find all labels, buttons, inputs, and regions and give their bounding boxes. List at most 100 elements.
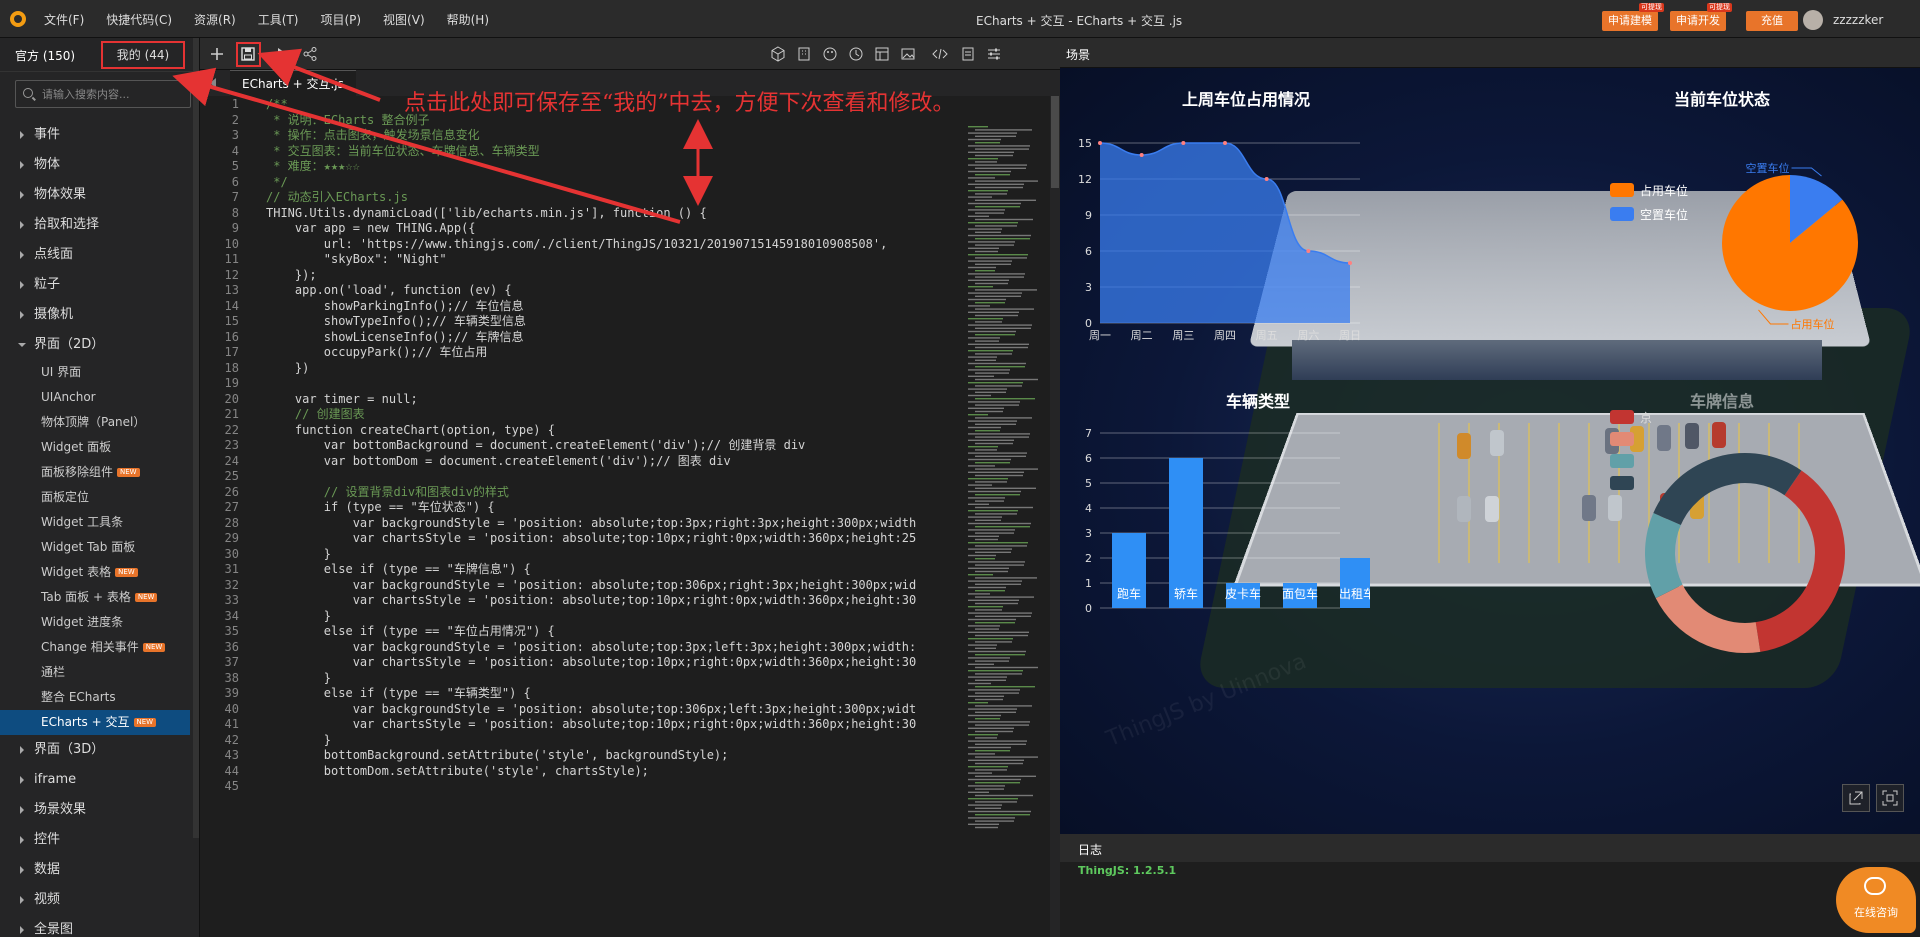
minimap-line [968, 516, 1002, 518]
tree-category[interactable]: 全景图 [0, 915, 190, 937]
tree-category[interactable]: 粒子 [0, 270, 190, 300]
menu-project[interactable]: 项目(P) [320, 11, 361, 28]
minimap-line [968, 260, 1012, 262]
tree-category[interactable]: 事件 [0, 120, 190, 150]
minimap-line [968, 727, 1014, 729]
tree-category[interactable]: 点线面 [0, 240, 190, 270]
building-icon[interactable] [796, 46, 812, 62]
tree-category[interactable]: 控件 [0, 825, 190, 855]
tree-category[interactable]: 场景效果 [0, 795, 190, 825]
line-number: 35 [224, 624, 239, 638]
tab-scene[interactable]: 场景 [1066, 46, 1090, 63]
tree-item[interactable]: Tab 面板 + 表格 NEW [0, 585, 190, 610]
tree-category[interactable]: 摄像机 [0, 300, 190, 330]
editor-scrollbar-thumb[interactable] [1051, 96, 1059, 188]
occupancy-area-chart[interactable]: 03691215周一 周二 周三 周四 周五 周六 周日 [1070, 123, 1370, 358]
tree-item[interactable]: Widget 工具条 [0, 510, 190, 535]
tab-log[interactable]: 日志 [1078, 841, 1102, 858]
editor-tab-current[interactable]: ECharts + 交互.js [230, 70, 356, 96]
search-input[interactable] [42, 85, 187, 103]
tree-item[interactable]: UIAnchor [0, 385, 190, 410]
code-icon[interactable] [932, 46, 948, 62]
menu-help[interactable]: 帮助(H) [447, 11, 489, 28]
fullscreen-icon [1882, 790, 1898, 806]
line-number: 27 [224, 500, 239, 514]
tree-item[interactable]: 面板移除组件 NEW [0, 460, 190, 485]
tree-item[interactable]: Widget 进度条 [0, 610, 190, 635]
username[interactable]: zzzzzker [1833, 13, 1883, 27]
log-output: ThingJS: 1.2.5.1 [1060, 862, 1920, 937]
minimap-line [968, 778, 1021, 781]
image-icon[interactable] [900, 46, 916, 62]
data-point [1181, 141, 1186, 145]
license-donut-chart[interactable]: 京 [1470, 398, 1920, 708]
recharge-button[interactable]: 充值 [1746, 11, 1798, 31]
tree-item[interactable]: Widget 表格 NEW [0, 560, 190, 585]
tree-item[interactable]: 面板定位 [0, 485, 190, 510]
minimap-line [975, 506, 1033, 509]
minimap-line [968, 612, 1032, 614]
minimap-line [975, 494, 1020, 496]
share-icon[interactable] [302, 46, 318, 62]
tree-item[interactable]: UI 界面 [0, 360, 190, 385]
code-minimap[interactable] [958, 96, 1050, 937]
apply-dev-button[interactable]: 申请开发 可提现 [1670, 3, 1732, 31]
tab-official[interactable]: 官方 (150) [15, 47, 75, 64]
left-scrollbar[interactable] [193, 38, 199, 838]
tree-category[interactable]: 数据 [0, 855, 190, 885]
tree-item[interactable]: Widget Tab 面板 [0, 535, 190, 560]
menu-snippets[interactable]: 快捷代码(C) [106, 11, 172, 28]
save-icon[interactable] [240, 46, 256, 62]
menu-resources[interactable]: 资源(R) [194, 11, 236, 28]
tab-scroll-left-icon[interactable] [210, 78, 216, 88]
add-icon[interactable] [209, 46, 225, 62]
settings-sliders-icon[interactable] [986, 46, 1002, 62]
online-consult-button[interactable]: 在线咨询 [1836, 867, 1916, 933]
car[interactable] [1457, 433, 1471, 459]
parking-status-pie-chart[interactable]: 空置车位占用车位占用车位空置车位 [1470, 123, 1920, 363]
minimap-line [968, 810, 1031, 813]
cube-icon[interactable] [770, 46, 786, 62]
tree-category[interactable]: 拾取和选择 [0, 210, 190, 240]
menu-view[interactable]: 视图(V) [383, 11, 425, 28]
tree-item[interactable]: 通栏 [0, 660, 190, 685]
tree-category[interactable]: 物体效果 [0, 180, 190, 210]
tree-item[interactable]: 整合 ECharts [0, 685, 190, 710]
tree-item[interactable]: 物体顶牌（Panel） [0, 410, 190, 435]
tree-category[interactable]: 视频 [0, 885, 190, 915]
layout-icon[interactable] [874, 46, 890, 62]
minimap-line [968, 196, 992, 198]
menu-tools[interactable]: 工具(T) [258, 11, 299, 28]
donut-slice [1645, 513, 1683, 599]
tree-category[interactable]: 物体 [0, 150, 190, 180]
minimap-line [968, 785, 1005, 787]
apply-model-button[interactable]: 申请建模 可提现 [1602, 3, 1664, 31]
tree-category[interactable]: iframe [0, 765, 190, 795]
clock-icon[interactable] [848, 46, 864, 62]
fullscreen-button[interactable] [1876, 784, 1904, 812]
tab-mine[interactable]: 我的 (44) [101, 41, 185, 69]
tree-item[interactable]: Change 相关事件 NEW [0, 635, 190, 660]
document-icon[interactable] [960, 46, 976, 62]
vehicle-type-bar-chart[interactable]: 0 1 2 3 4 5 6 7 跑车 轿车 皮卡车 面包车 出租车 [1070, 423, 1370, 633]
tree-category[interactable]: 界面（2D） [0, 330, 190, 360]
run-icon[interactable] [274, 46, 290, 62]
slice-label: 占用车位 [1790, 317, 1834, 331]
tree-category[interactable]: 界面（3D） [0, 735, 190, 765]
tree-item[interactable]: Widget 面板 [0, 435, 190, 460]
avatar[interactable] [1803, 10, 1823, 30]
tree-item[interactable]: ECharts + 交互 NEW [0, 710, 190, 735]
minimap-line [975, 487, 1036, 489]
code-editor[interactable]: 1 2 3 4 5 6 7 8 9 10 11 12 13 14 15 16 17 18 19 20 21 22 23 24 2… [200, 96, 958, 937]
car[interactable] [1457, 496, 1471, 522]
menu-file[interactable]: 文件(F) [44, 11, 84, 28]
popout-button[interactable] [1842, 784, 1870, 812]
editor-scrollbar[interactable] [1050, 96, 1060, 937]
line-number: 1 [231, 97, 239, 111]
scene-viewport[interactable]: ThingJS by Uinnova 上周车位占用情况 0 3 6 9 12 15 周一 周二… [1060, 68, 1920, 834]
minimap-line [975, 750, 1010, 752]
line-number: 10 [224, 236, 239, 251]
palette-icon[interactable] [822, 46, 838, 62]
line-number: 33 [224, 593, 239, 607]
tree-item-label: UIAnchor [41, 390, 96, 404]
